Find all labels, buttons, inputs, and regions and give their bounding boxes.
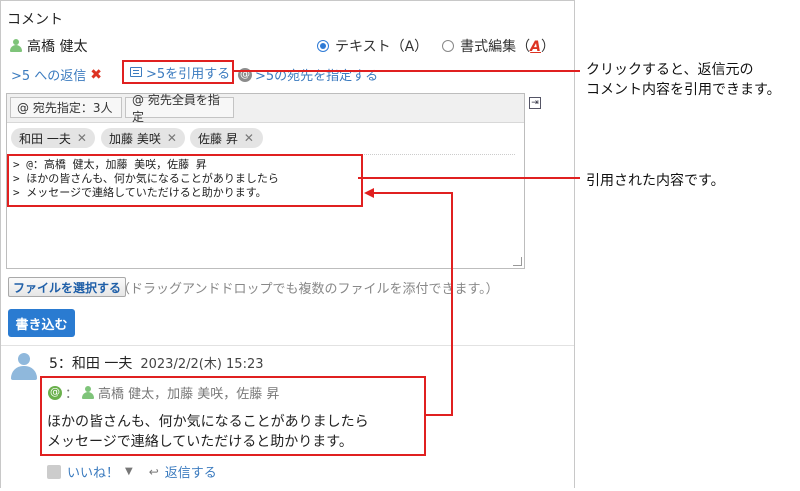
quoted-annotation: 引用された内容です。 [586, 173, 725, 189]
flow-arrow-line [372, 192, 453, 416]
quote-annotation: クリックすると、返信元の コメント内容を引用できます。 [586, 62, 781, 98]
arrow-head-icon [364, 188, 374, 198]
